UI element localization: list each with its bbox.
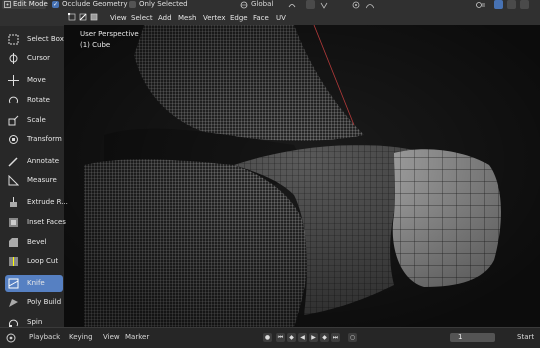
- tool-inset[interactable]: Inset Faces: [5, 214, 66, 231]
- tool-label: Bevel: [27, 238, 47, 246]
- edit-mode-icon: [4, 1, 11, 8]
- occlude-geometry-label: Occlude Geometry: [62, 0, 128, 8]
- start-label: Start: [517, 333, 535, 341]
- annotate-icon: [8, 156, 19, 167]
- tool-extrude[interactable]: Extrude R...: [5, 194, 68, 211]
- tool-move[interactable]: Move: [5, 72, 63, 89]
- record-icon[interactable]: ●: [263, 333, 272, 342]
- transform-orientation-icon: [240, 1, 248, 9]
- next-key-icon[interactable]: ◆: [320, 333, 329, 342]
- current-frame-field[interactable]: 1: [450, 333, 495, 342]
- options-icon[interactable]: [476, 1, 486, 9]
- tool-measure[interactable]: Measure: [5, 172, 63, 189]
- view-menu[interactable]: View: [103, 333, 120, 342]
- bevel-icon: [8, 237, 19, 248]
- tool-shelf: Select Box Cursor Move Rotate Scale Transform…: [0, 26, 68, 328]
- mirror-y-icon[interactable]: [507, 0, 516, 9]
- tool-label: Poly Build: [27, 298, 62, 306]
- mesh-render: [64, 25, 540, 327]
- playback-menu[interactable]: Playback: [29, 333, 60, 342]
- tool-loop-cut[interactable]: Loop Cut: [5, 253, 63, 270]
- keying-menu[interactable]: Keying: [69, 333, 93, 342]
- jump-end-icon[interactable]: ⏭: [331, 333, 340, 342]
- tool-label: Scale: [27, 116, 46, 124]
- pivot-icon[interactable]: [288, 1, 296, 9]
- menu-edge[interactable]: Edge: [230, 13, 248, 23]
- snap-toggle-icon[interactable]: [306, 0, 315, 9]
- falloff-icon[interactable]: [366, 1, 374, 9]
- tool-transform[interactable]: Transform: [5, 131, 63, 148]
- play-reverse-icon[interactable]: ◀: [298, 333, 307, 342]
- autokey-icon[interactable]: ○: [348, 333, 357, 342]
- tool-knife[interactable]: Knife: [5, 275, 63, 292]
- prev-key-icon[interactable]: ◆: [287, 333, 296, 342]
- tool-select-box[interactable]: Select Box: [5, 31, 64, 48]
- loop-cut-icon: [8, 256, 19, 267]
- tool-label: Loop Cut: [27, 257, 59, 265]
- tool-annotate[interactable]: Annotate: [5, 153, 63, 170]
- select-mode-face-icon[interactable]: [90, 13, 98, 21]
- tool-bevel[interactable]: Bevel: [5, 234, 63, 251]
- tool-label: Cursor: [27, 54, 51, 62]
- knife-icon: [8, 278, 19, 289]
- timeline-bar: Playback Keying View Marker ● ⏮ ◆ ◀ ▶ ◆ …: [0, 327, 540, 348]
- tool-label: Move: [27, 76, 46, 84]
- mode-selector[interactable]: Edit Mode: [2, 0, 48, 9]
- tool-cursor[interactable]: Cursor: [5, 50, 63, 67]
- select-mode-vertex-icon[interactable]: [68, 13, 76, 21]
- select-box-icon: [8, 34, 19, 45]
- only-selected-checkbox[interactable]: [129, 1, 136, 8]
- orientation-label[interactable]: Global: [251, 0, 273, 9]
- tool-label: Transform: [27, 135, 62, 143]
- menu-add[interactable]: Add: [158, 13, 172, 23]
- tool-label: Measure: [27, 176, 57, 184]
- tool-rotate[interactable]: Rotate: [5, 92, 63, 109]
- tool-label: Inset Faces: [27, 218, 66, 226]
- perspective-label: User Perspective: [80, 30, 139, 38]
- extrude-icon: [8, 197, 19, 208]
- occlude-geometry-checkbox[interactable]: ✓: [52, 1, 59, 8]
- object-label: (1) Cube: [80, 41, 111, 49]
- scale-icon: [8, 115, 19, 126]
- only-selected-label: Only Selected: [139, 0, 188, 8]
- tool-label: Knife: [27, 279, 45, 287]
- menu-vertex[interactable]: Vertex: [203, 13, 226, 23]
- editor-type-icon[interactable]: [6, 333, 16, 343]
- cursor-icon: [8, 53, 19, 64]
- header-bar: Edit Mode ✓ Occlude Geometry Only Select…: [0, 0, 540, 10]
- tool-label: Annotate: [27, 157, 60, 165]
- menu-view[interactable]: View: [110, 13, 127, 23]
- transform-icon: [8, 134, 19, 145]
- tool-label: Select Box: [27, 35, 64, 43]
- inset-icon: [8, 217, 19, 228]
- menu-face[interactable]: Face: [253, 13, 269, 23]
- menu-select[interactable]: Select: [131, 13, 153, 23]
- tool-scale[interactable]: Scale: [5, 112, 63, 129]
- mirror-z-icon[interactable]: [520, 0, 529, 9]
- select-mode-edge-icon[interactable]: [79, 13, 87, 21]
- poly-build-icon: [8, 297, 19, 308]
- move-icon: [8, 75, 19, 86]
- jump-start-icon[interactable]: ⏮: [276, 333, 285, 342]
- tool-poly-build[interactable]: Poly Build: [5, 294, 63, 311]
- marker-menu[interactable]: Marker: [125, 333, 149, 342]
- measure-icon: [8, 174, 20, 186]
- play-icon[interactable]: ▶: [309, 333, 318, 342]
- menu-mesh[interactable]: Mesh: [178, 13, 196, 23]
- rotate-icon: [8, 95, 19, 106]
- mode-label: Edit Mode: [13, 0, 48, 8]
- 3d-viewport[interactable]: User Perspective (1) Cube: [64, 25, 540, 327]
- current-frame-value: 1: [458, 333, 463, 341]
- proportional-edit-icon[interactable]: [352, 1, 360, 9]
- menu-uv[interactable]: UV: [276, 13, 286, 23]
- tool-label: Rotate: [27, 96, 50, 104]
- snap-icon[interactable]: [320, 1, 328, 9]
- tool-label: Extrude R...: [27, 198, 68, 206]
- x-ray-toggle-icon[interactable]: [494, 0, 503, 9]
